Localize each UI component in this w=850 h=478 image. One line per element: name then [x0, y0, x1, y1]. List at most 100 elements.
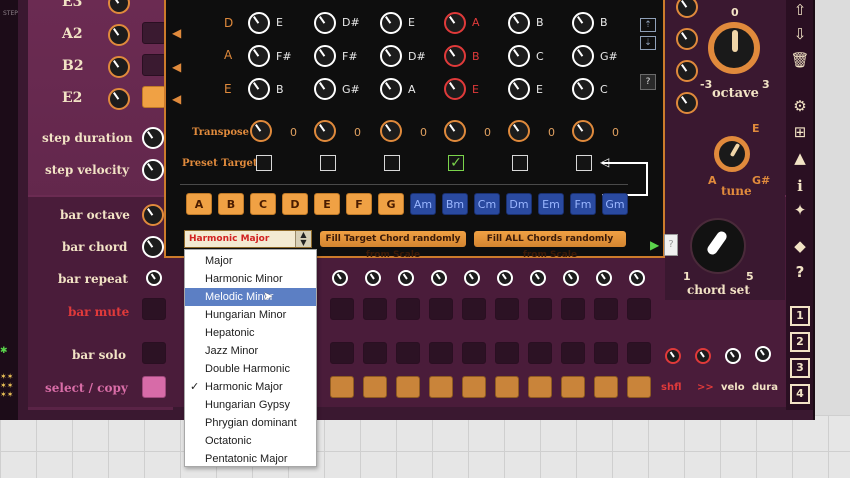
chord-button-gm[interactable]: Gm [602, 193, 628, 215]
step-pad-active[interactable] [142, 86, 166, 108]
menu-item-harmonic-minor[interactable]: Harmonic Minor [185, 270, 316, 288]
chord-note-knob[interactable] [314, 45, 336, 67]
fill-all-chords-button[interactable]: Fill ALL Chords randomly from Scale [474, 231, 626, 260]
bar-repeat-knob[interactable] [431, 270, 447, 286]
chord-button-e[interactable]: E [314, 193, 340, 215]
bar-octave-knob[interactable] [142, 204, 164, 226]
chord-note-knob-target[interactable] [444, 78, 466, 100]
bar-solo-pad[interactable] [462, 342, 486, 364]
menu-item-phrygian-dominant[interactable]: Phrygian dominant [185, 414, 316, 432]
menu-item-melodic-minor[interactable]: Melodic Minor [185, 288, 316, 306]
bar-repeat-knob[interactable] [497, 270, 513, 286]
hierarchy-icon[interactable]: ⊞ [790, 122, 810, 142]
bar-solo-pad[interactable] [528, 342, 552, 364]
bar-select-pad[interactable] [396, 376, 420, 398]
bar-solo-pad[interactable] [330, 342, 354, 364]
menu-item-jazz-minor[interactable]: Jazz Minor [185, 342, 316, 360]
download-icon[interactable]: ⇩ [790, 24, 810, 44]
menu-item-double-harmonic[interactable]: Double Harmonic [185, 360, 316, 378]
chord-button-em[interactable]: Em [538, 193, 564, 215]
chord-note-knob[interactable] [314, 78, 336, 100]
chord-note-knob[interactable] [314, 12, 336, 34]
preset-target-checkbox[interactable] [320, 155, 336, 171]
chord-note-knob[interactable] [508, 12, 530, 34]
bar-repeat-knob[interactable] [530, 270, 546, 286]
bar-repeat-knob[interactable] [146, 270, 162, 286]
graduation-cap-icon[interactable]: ▲ [790, 148, 810, 168]
slot-4-icon[interactable]: 4 [790, 384, 810, 404]
bar-solo-pad[interactable] [627, 342, 651, 364]
chord-note-knob[interactable] [380, 78, 402, 100]
bar-chord-knob[interactable] [142, 236, 164, 258]
slot-3-icon[interactable]: 3 [790, 358, 810, 378]
chord-button-dm[interactable]: Dm [506, 193, 532, 215]
transpose-knob[interactable] [314, 120, 336, 142]
bar-repeat-knob[interactable] [464, 270, 480, 286]
bar-select-pad-active[interactable] [142, 376, 166, 398]
slot-1-icon[interactable]: 1 [790, 306, 810, 326]
magic-wand-icon[interactable]: ✦ [790, 200, 810, 220]
prev-arrow-icon[interactable]: ◀ [172, 92, 181, 106]
bar-mute-pad[interactable] [528, 298, 552, 320]
velocity-knob[interactable] [725, 348, 741, 364]
shuffle-knob[interactable] [665, 348, 681, 364]
prev-arrow-icon[interactable]: ◀ [172, 60, 181, 74]
chord-button-bm[interactable]: Bm [442, 193, 468, 215]
chord-note-knob[interactable] [572, 12, 594, 34]
bar-repeat-knob[interactable] [596, 270, 612, 286]
bar-mute-pad[interactable] [462, 298, 486, 320]
menu-item-major[interactable]: Major [185, 252, 316, 270]
chord-button-cm[interactable]: Cm [474, 193, 500, 215]
copy-down-icon[interactable]: ⇣ [640, 36, 656, 50]
bar-select-pad[interactable] [429, 376, 453, 398]
preset-target-checkbox[interactable] [512, 155, 528, 171]
chord-button-d[interactable]: D [282, 193, 308, 215]
menu-item-harmonic-major[interactable]: ✓ Harmonic Major [185, 378, 316, 396]
bar-repeat-knob[interactable] [332, 270, 348, 286]
help-icon[interactable]: ? [790, 262, 810, 282]
chord-button-am[interactable]: Am [410, 193, 436, 215]
menu-item-pentatonic-major[interactable]: Pentatonic Major [185, 450, 316, 468]
skip-knob[interactable] [695, 348, 711, 364]
preset-target-checkbox[interactable] [384, 155, 400, 171]
chord-note-knob[interactable] [572, 78, 594, 100]
chord-button-c[interactable]: C [250, 193, 276, 215]
right-mini-knob[interactable] [676, 28, 698, 50]
bar-solo-pad[interactable] [142, 342, 166, 364]
chord-note-knob[interactable] [380, 12, 402, 34]
step-pad[interactable] [142, 54, 166, 76]
dialog-help-button[interactable]: ? [640, 74, 656, 90]
bar-repeat-knob[interactable] [398, 270, 414, 286]
chord-button-b[interactable]: B [218, 193, 244, 215]
copy-up-icon[interactable]: ⇡ [640, 18, 656, 32]
duration-knob[interactable] [755, 346, 771, 362]
menu-item-hungarian-minor[interactable]: Hungarian Minor [185, 306, 316, 324]
chord-button-f[interactable]: F [346, 193, 372, 215]
bar-repeat-knob[interactable] [365, 270, 381, 286]
bar-mute-pad[interactable] [495, 298, 519, 320]
preset-target-checkbox[interactable] [576, 155, 592, 171]
upload-icon[interactable]: ⇧ [790, 0, 810, 20]
gear-icon[interactable]: ⚙ [790, 96, 810, 116]
info-icon[interactable]: i [790, 176, 810, 196]
fill-target-chord-button[interactable]: Fill Target Chord randomly from Scale [320, 231, 466, 260]
bar-mute-pad[interactable] [363, 298, 387, 320]
bar-mute-pad[interactable] [429, 298, 453, 320]
transpose-knob[interactable] [508, 120, 530, 142]
bar-solo-pad[interactable] [561, 342, 585, 364]
bar-solo-pad[interactable] [363, 342, 387, 364]
note-knob-e2[interactable] [108, 88, 130, 110]
bar-mute-pad[interactable] [594, 298, 618, 320]
bar-solo-pad[interactable] [495, 342, 519, 364]
bar-mute-pad[interactable] [627, 298, 651, 320]
chord-note-knob[interactable] [248, 45, 270, 67]
chord-note-knob[interactable] [380, 45, 402, 67]
chord-note-knob[interactable] [572, 45, 594, 67]
note-knob-a2[interactable] [108, 24, 130, 46]
chord-button-fm[interactable]: Fm [570, 193, 596, 215]
bar-select-pad[interactable] [462, 376, 486, 398]
step-velocity-knob[interactable] [142, 159, 164, 181]
octave-knob[interactable] [708, 22, 760, 74]
chord-note-knob[interactable] [508, 45, 530, 67]
bar-solo-pad[interactable] [396, 342, 420, 364]
